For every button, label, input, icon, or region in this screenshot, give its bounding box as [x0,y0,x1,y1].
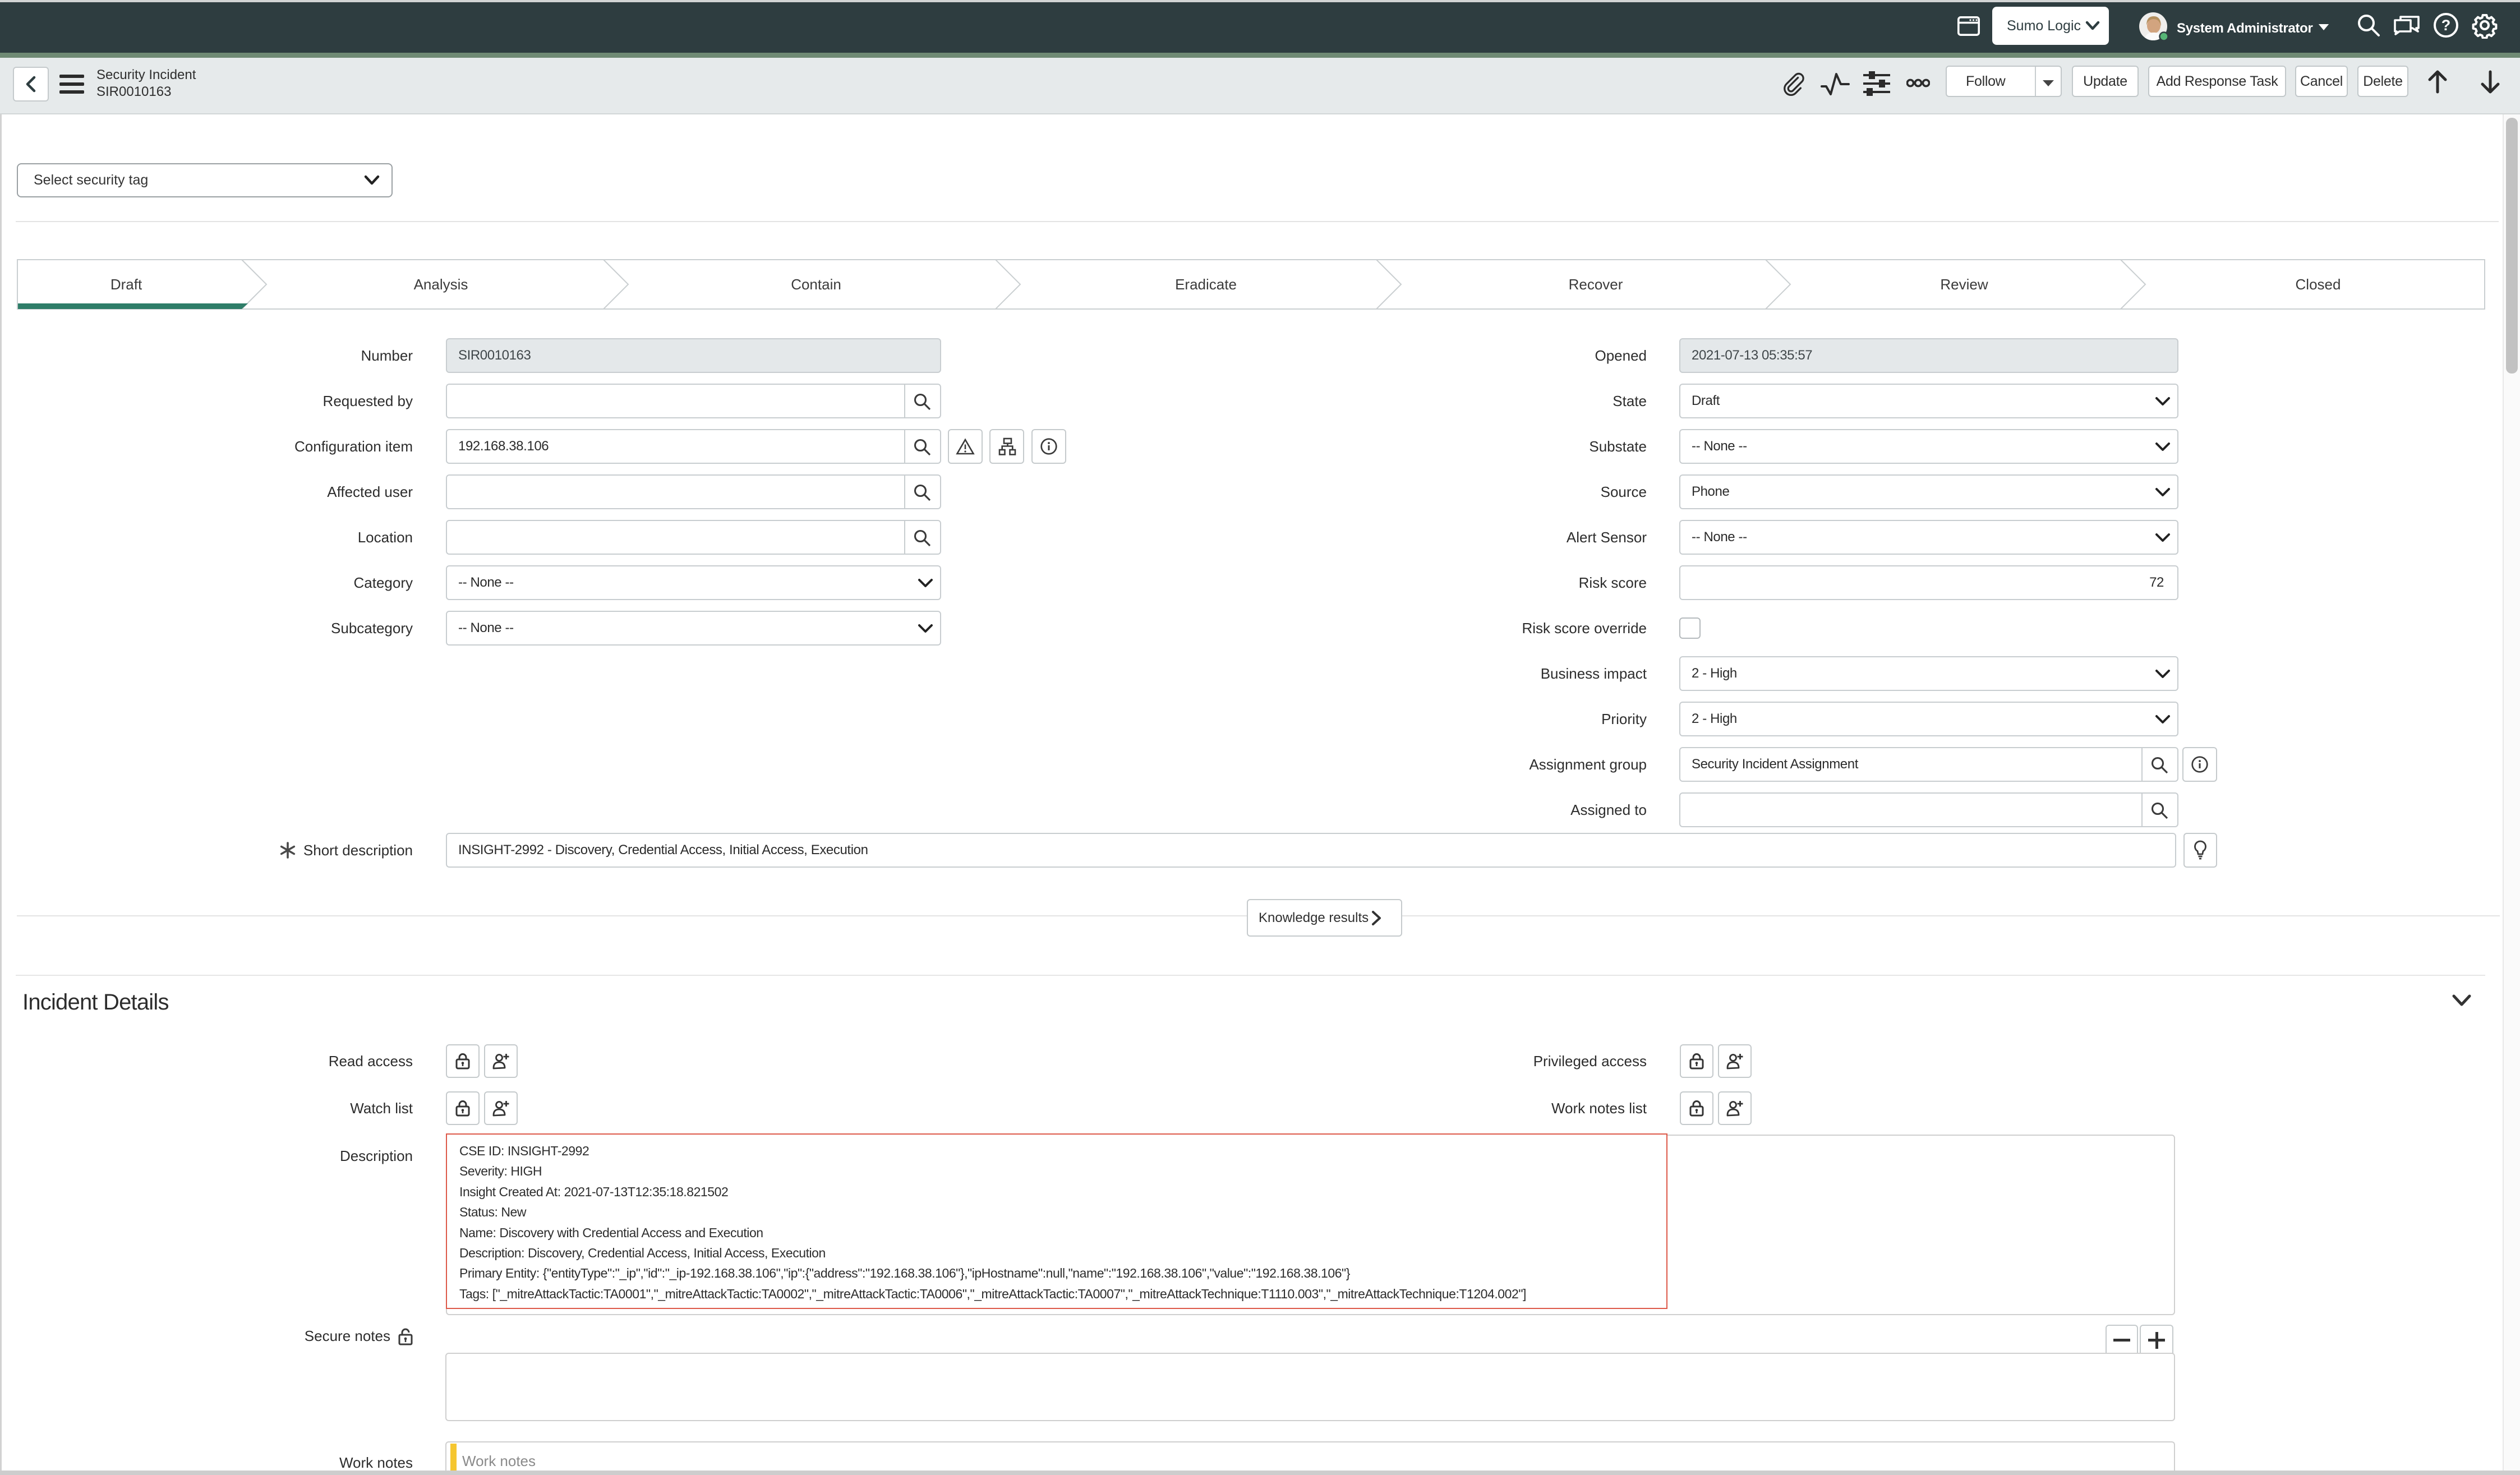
svg-text:Recover: Recover [1569,276,1623,293]
svg-text:Draft: Draft [110,276,142,293]
svg-text:Review: Review [1940,276,1988,293]
svg-text:Analysis: Analysis [414,276,468,293]
svg-text:Closed: Closed [2296,276,2341,293]
svg-text:Eradicate: Eradicate [1175,276,1237,293]
svg-text:Contain: Contain [791,276,841,293]
svg-text:?: ? [2441,17,2451,34]
